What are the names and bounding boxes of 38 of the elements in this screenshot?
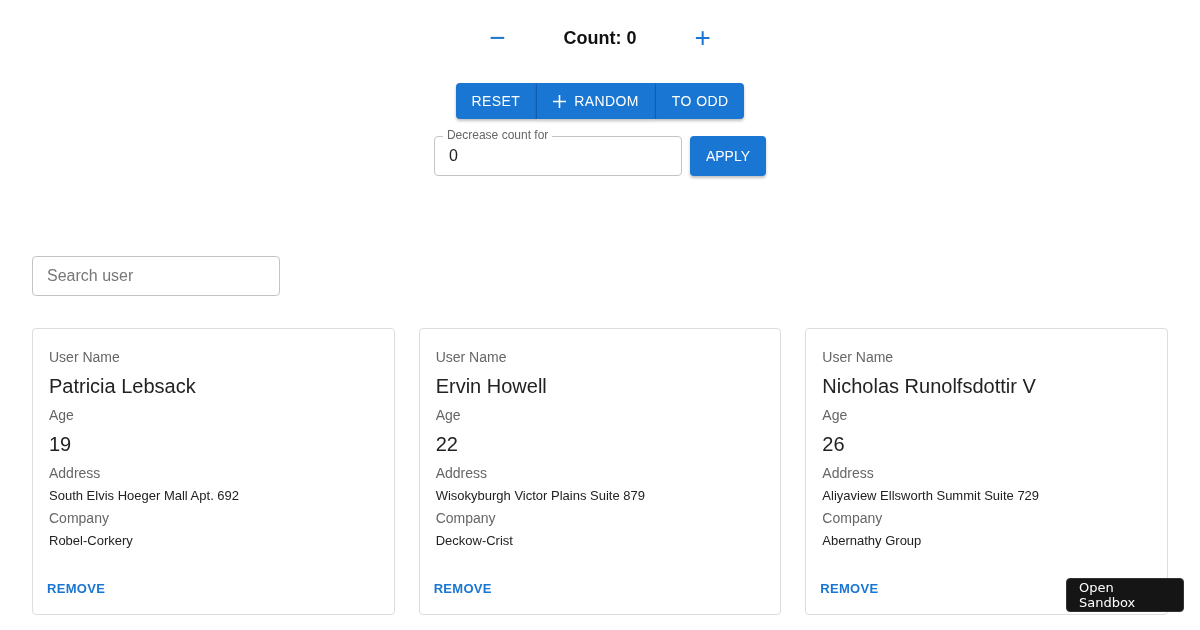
remove-button[interactable]: REMOVE	[818, 577, 881, 600]
field-label: Age	[822, 406, 849, 425]
field-label: Decrease count for	[442, 128, 553, 142]
field-label: Company	[49, 509, 110, 528]
field-label: Address	[435, 464, 488, 483]
field-value: Aliyaview Ellsworth Summit Suite 729	[822, 487, 1041, 505]
decrement-button[interactable]: −	[479, 24, 516, 52]
field-value: Deckow-Crist	[435, 532, 514, 550]
field-label: Age	[435, 406, 462, 425]
field-label: User Name	[435, 348, 508, 367]
field-label: Address	[49, 464, 102, 483]
count-label: Count: 0	[563, 27, 637, 49]
field-value: 26	[822, 432, 846, 457]
field-value: Robel-Corkery	[49, 532, 134, 550]
field-label: User Name	[822, 348, 895, 367]
remove-button[interactable]: REMOVE	[45, 577, 108, 600]
field-label: Address	[822, 464, 875, 483]
field-value: Ervin Howell	[435, 374, 548, 399]
group-button[interactable]: RESET	[455, 83, 538, 119]
field-label: User Name	[49, 348, 121, 367]
random-button[interactable]: RANDOM	[537, 83, 656, 119]
remove-button[interactable]: REMOVE	[431, 577, 494, 600]
field-value: 19	[49, 432, 73, 457]
field-value: South Elvis Hoeger Mall Apt. 692	[49, 487, 241, 505]
field-value: Abernathy Group	[822, 532, 923, 550]
field-label: Company	[822, 509, 884, 528]
field-value: Nicholas Runolfsdottir V	[822, 374, 1037, 399]
plus-icon	[553, 94, 567, 108]
search-field[interactable]: Search user	[32, 256, 280, 296]
increment-button[interactable]: +	[684, 24, 721, 52]
group-button[interactable]: TO ODD	[655, 83, 745, 119]
field-value: Wisokyburgh Victor Plains Suite 879	[435, 487, 646, 505]
field-label: Company	[435, 509, 497, 528]
apply-button[interactable]: APPLY	[689, 136, 767, 176]
open-sandbox-button[interactable]: Open Sandbox	[1066, 578, 1184, 612]
field-label: Age	[49, 406, 75, 425]
field-value: Patricia Lebsack	[49, 374, 197, 399]
field-value: 22	[435, 432, 459, 457]
